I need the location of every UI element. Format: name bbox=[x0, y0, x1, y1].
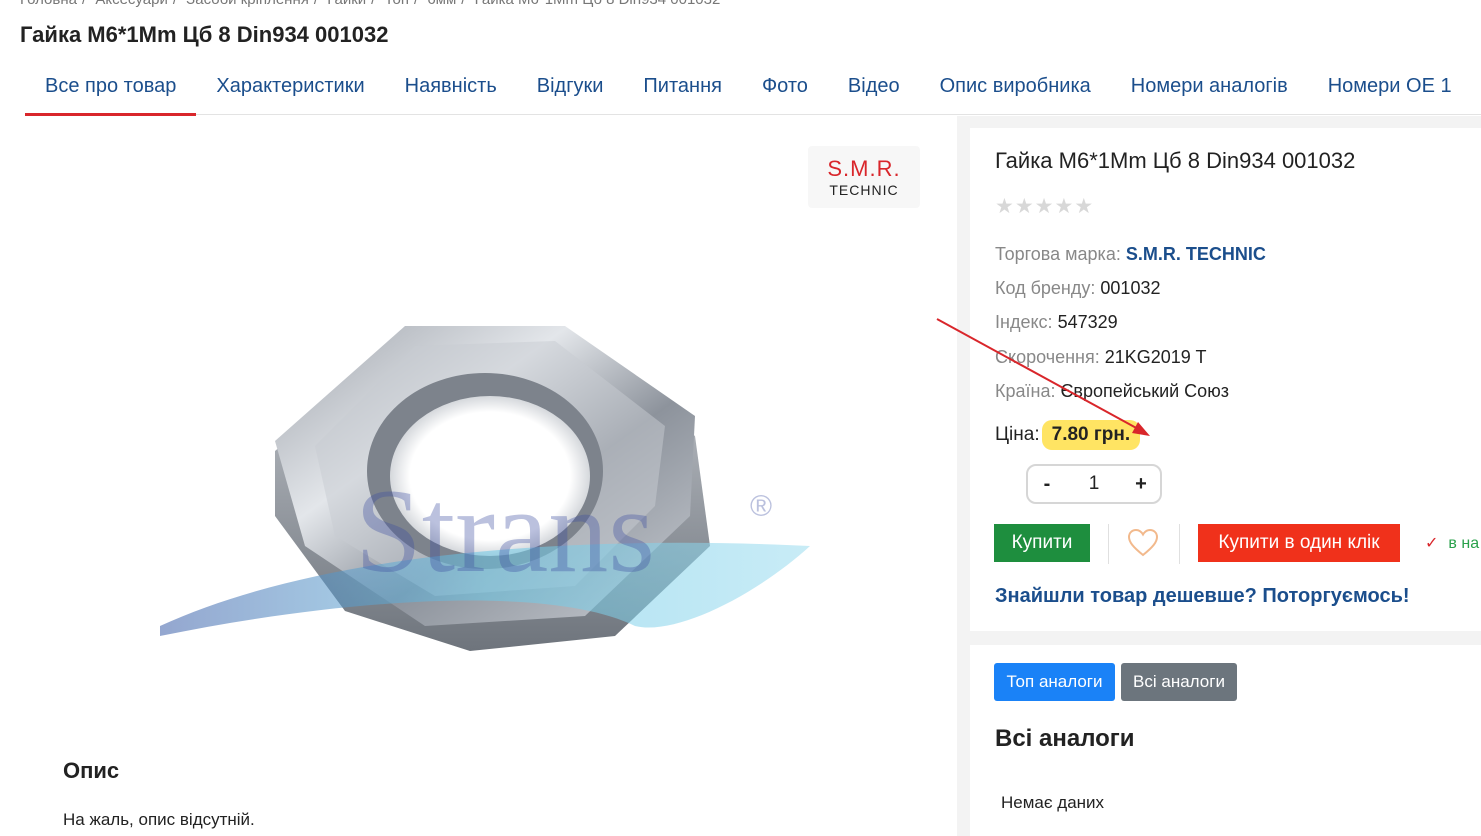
brand-logo-line2: TECHNIC bbox=[829, 182, 899, 198]
top-analogs-button[interactable]: Топ аналоги bbox=[994, 663, 1115, 701]
prop-label: Країна: bbox=[995, 381, 1056, 401]
quantity-minus-button[interactable]: - bbox=[1028, 466, 1066, 502]
tab-photo[interactable]: Фото bbox=[742, 60, 828, 115]
tab-availability[interactable]: Наявність bbox=[385, 60, 517, 115]
product-gallery: S.M.R. TECHNIC Strans ® Опис На жаль, оп… bbox=[0, 116, 945, 836]
prop-value: 001032 bbox=[1100, 278, 1161, 298]
stock-status: ✓ в на bbox=[1425, 533, 1479, 553]
price-value: 7.80 грн. bbox=[1041, 420, 1141, 450]
prop-index: Індекс: 547329 bbox=[995, 312, 1118, 333]
breadcrumb-item-top[interactable]: Топ bbox=[385, 0, 409, 8]
divider bbox=[1108, 524, 1109, 564]
tab-reviews[interactable]: Відгуки bbox=[517, 60, 624, 115]
breadcrumb-item-fasteners[interactable]: Засоби кріплення bbox=[186, 0, 309, 8]
rating-stars[interactable]: ★ ★ ★ ★ ★ bbox=[995, 196, 1093, 218]
breadcrumb: Головна/ Аксесуари/ Засоби кріплення/ Га… bbox=[20, 0, 720, 8]
quantity-input[interactable] bbox=[1066, 473, 1122, 495]
breadcrumb-item-accessories[interactable]: Аксесуари bbox=[95, 0, 167, 8]
description-heading: Опис bbox=[63, 758, 120, 783]
prop-label: Код бренду: bbox=[995, 278, 1096, 298]
star-icon[interactable]: ★ bbox=[1015, 196, 1034, 218]
prop-abbreviation: Скорочення: 21KG2019 T bbox=[995, 347, 1207, 368]
tab-all-about[interactable]: Все про товар bbox=[25, 60, 197, 116]
price-label: Ціна: bbox=[995, 424, 1040, 445]
found-cheaper-link[interactable]: Знайшли товар дешевше? Поторгуємось! bbox=[995, 585, 1410, 608]
product-info-card: Гайка М6*1Мm Цб 8 Din934 001032 ★ ★ ★ ★ … bbox=[970, 128, 1481, 631]
breadcrumb-item-nuts[interactable]: Гайки bbox=[327, 0, 366, 8]
star-icon[interactable]: ★ bbox=[1054, 196, 1073, 218]
tab-questions[interactable]: Питання bbox=[623, 60, 742, 115]
prop-label: Торгова марка: bbox=[995, 244, 1121, 264]
all-analogs-button[interactable]: Всі аналоги bbox=[1121, 663, 1237, 701]
prop-country: Країна: Європейський Союз bbox=[995, 381, 1229, 402]
breadcrumb-item-current: Гайка М6*1Мm Цб 8 Din934 001032 bbox=[475, 0, 721, 8]
breadcrumb-item-home[interactable]: Головна bbox=[20, 0, 77, 8]
watermark: Strans bbox=[355, 464, 655, 597]
tab-manufacturer-description[interactable]: Опис виробника bbox=[920, 60, 1111, 115]
analogs-card: Топ аналоги Всі аналоги Всі аналоги Нема… bbox=[970, 645, 1481, 836]
breadcrumb-item-6mm[interactable]: 6мм bbox=[427, 0, 456, 8]
prop-value: Європейський Союз bbox=[1060, 381, 1229, 401]
prop-label: Скорочення: bbox=[995, 347, 1100, 367]
product-tabs: Все про товар Характеристики Наявність В… bbox=[25, 60, 1481, 116]
svg-text:®: ® bbox=[750, 490, 772, 523]
prop-brand-code: Код бренду: 001032 bbox=[995, 278, 1160, 299]
star-icon[interactable]: ★ bbox=[995, 196, 1014, 218]
tab-analog-numbers[interactable]: Номери аналогів bbox=[1111, 60, 1308, 115]
brand-logo: S.M.R. TECHNIC bbox=[808, 146, 920, 208]
analogs-heading: Всі аналоги bbox=[995, 725, 1135, 752]
tab-video[interactable]: Відео bbox=[828, 60, 920, 115]
product-image[interactable]: Strans ® bbox=[155, 216, 815, 656]
star-icon[interactable]: ★ bbox=[1074, 196, 1093, 218]
stock-label: в на bbox=[1448, 535, 1480, 552]
prop-value-brand-link[interactable]: S.M.R. TECHNIC bbox=[1126, 244, 1266, 264]
buy-one-click-button[interactable]: Купити в один клік bbox=[1198, 524, 1400, 562]
check-icon: ✓ bbox=[1425, 535, 1439, 552]
product-page: Головна/ Аксесуари/ Засоби кріплення/ Га… bbox=[0, 0, 1481, 836]
description-text: На жаль, опис відсутній. bbox=[63, 810, 255, 829]
heart-icon[interactable] bbox=[1127, 527, 1159, 559]
quantity-stepper: - + bbox=[1026, 464, 1162, 504]
price-row: Ціна: 7.80 грн. bbox=[995, 420, 1141, 450]
divider bbox=[1179, 524, 1180, 564]
star-icon[interactable]: ★ bbox=[1035, 196, 1054, 218]
prop-value: 21KG2019 T bbox=[1104, 347, 1207, 367]
page-title: Гайка М6*1Мm Цб 8 Din934 001032 bbox=[20, 22, 389, 47]
analogs-empty-text: Немає даних bbox=[1001, 793, 1105, 812]
tab-characteristics[interactable]: Характеристики bbox=[196, 60, 384, 115]
quantity-plus-button[interactable]: + bbox=[1122, 466, 1160, 502]
brand-logo-line1: S.M.R. bbox=[827, 156, 901, 181]
product-title: Гайка М6*1Мm Цб 8 Din934 001032 bbox=[995, 148, 1356, 173]
prop-trademark: Торгова марка: S.M.R. TECHNIC bbox=[995, 244, 1266, 265]
buy-button[interactable]: Купити bbox=[994, 524, 1090, 562]
tab-oe-numbers[interactable]: Номери ОЕ 1 bbox=[1308, 60, 1472, 115]
prop-value: 547329 bbox=[1057, 312, 1118, 332]
prop-label: Індекс: bbox=[995, 312, 1053, 332]
